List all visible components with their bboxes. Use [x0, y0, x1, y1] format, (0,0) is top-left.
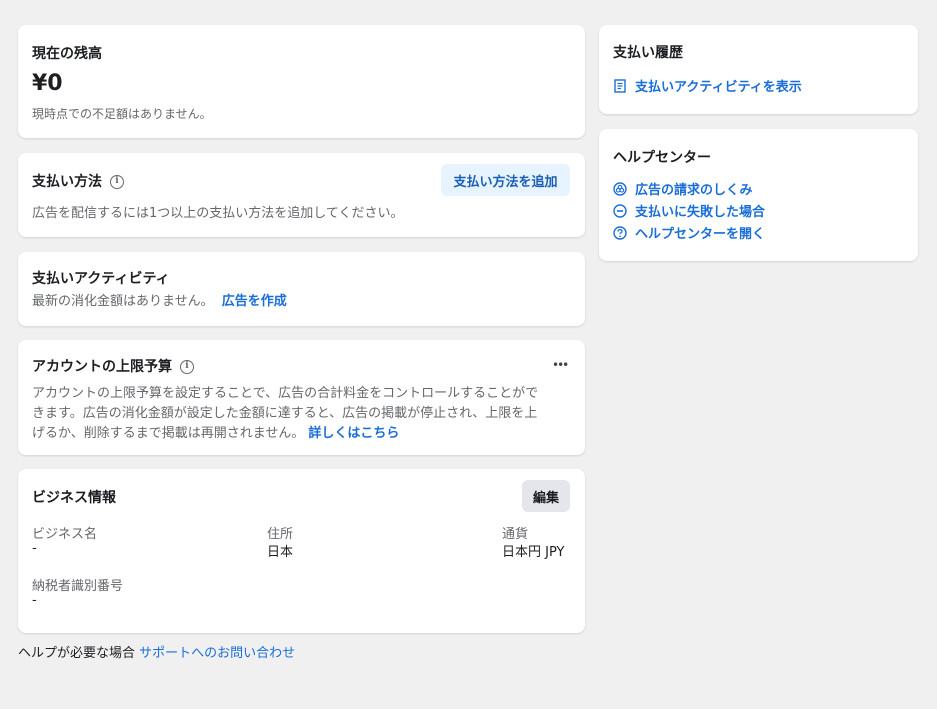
balance-title: 現在の残高	[32, 46, 102, 62]
address-value: 日本	[267, 545, 294, 560]
currency-label: 通貨	[502, 527, 529, 542]
business-info-title: ビジネス情報	[32, 490, 116, 506]
help-item-payment-failed[interactable]: 支払いに失敗した場合	[613, 201, 765, 220]
account-limit-title: アカウントの上限予算	[32, 359, 172, 375]
coins-icon	[613, 181, 627, 196]
learn-more-link[interactable]: 詳しくはこちら	[308, 426, 399, 441]
tax-id-label: 納税者識別番号	[32, 579, 124, 594]
receipt-icon	[614, 78, 626, 93]
info-icon[interactable]: i	[180, 360, 194, 374]
business-name-value: -	[32, 541, 37, 556]
create-ad-link[interactable]: 広告を作成	[222, 294, 287, 309]
help-center-title: ヘルプセンター	[613, 150, 711, 166]
question-circle-icon	[613, 225, 627, 240]
business-name-label: ビジネス名	[32, 527, 98, 542]
help-item-open-help-center[interactable]: ヘルプセンターを開く	[613, 223, 765, 242]
payment-activity-text-row: 最新の消化金額はありません。 広告を作成	[32, 290, 287, 309]
help-item-billing[interactable]: 広告の請求のしくみ	[613, 179, 753, 198]
payment-method-description: 広告を配信するには1つ以上の支払い方法を追加してください。	[32, 206, 404, 221]
payment-activity-title: 支払いアクティビティ	[32, 271, 170, 287]
payment-activity-card: 支払いアクティビティ 最新の消化金額はありません。 広告を作成	[18, 252, 585, 326]
balance-amount: ¥0	[32, 71, 63, 96]
payment-history-title: 支払い履歴	[613, 45, 683, 61]
balance-note: 現時点での不足額はありません。	[32, 107, 212, 121]
balance-card: 現在の残高 ¥0 現時点での不足額はありません。	[18, 25, 585, 138]
business-info-card: ビジネス情報 編集 ビジネス名 - 住所 日本 通貨 日本円 JPY 納税者識別…	[18, 469, 585, 633]
footer-help: ヘルプが必要な場合 サポートへのお問い合わせ	[18, 642, 295, 661]
payment-method-title: 支払い方法	[32, 174, 102, 190]
minus-circle-icon	[613, 203, 627, 218]
currency-value: 日本円 JPY	[502, 545, 565, 560]
account-limit-description: アカウントの上限予算を設定することで、広告の合計料金をコントロールすることがで …	[32, 386, 539, 441]
footer-help-text: ヘルプが必要な場合	[18, 646, 136, 661]
payment-method-card: 支払い方法 i 支払い方法を追加 広告を配信するには1つ以上の支払い方法を追加して…	[18, 153, 585, 237]
tax-id-value: -	[32, 593, 37, 608]
info-icon[interactable]: i	[110, 175, 124, 189]
contact-support-link[interactable]: サポートへのお問い合わせ	[139, 646, 295, 661]
account-limit-header: アカウントの上限予算 i	[32, 356, 194, 376]
view-payment-activity-link[interactable]: 支払いアクティビティを表示	[613, 76, 802, 95]
help-center-card: ヘルプセンター 広告の請求のしくみ 支払いに失敗した場合 ヘルプセンターを開く	[599, 129, 918, 261]
address-label: 住所	[267, 527, 294, 542]
account-limit-card: アカウントの上限予算 i ••• アカウントの上限予算を設定することで、広告の合計…	[18, 340, 585, 455]
payment-activity-text: 最新の消化金額はありません。	[32, 294, 214, 309]
edit-button[interactable]: 編集	[522, 480, 570, 512]
add-payment-method-button[interactable]: 支払い方法を追加	[441, 164, 570, 196]
payment-method-header: 支払い方法 i	[32, 171, 124, 191]
payment-history-card: 支払い履歴 支払いアクティビティを表示	[599, 25, 918, 114]
more-options-icon[interactable]: •••	[552, 358, 569, 372]
